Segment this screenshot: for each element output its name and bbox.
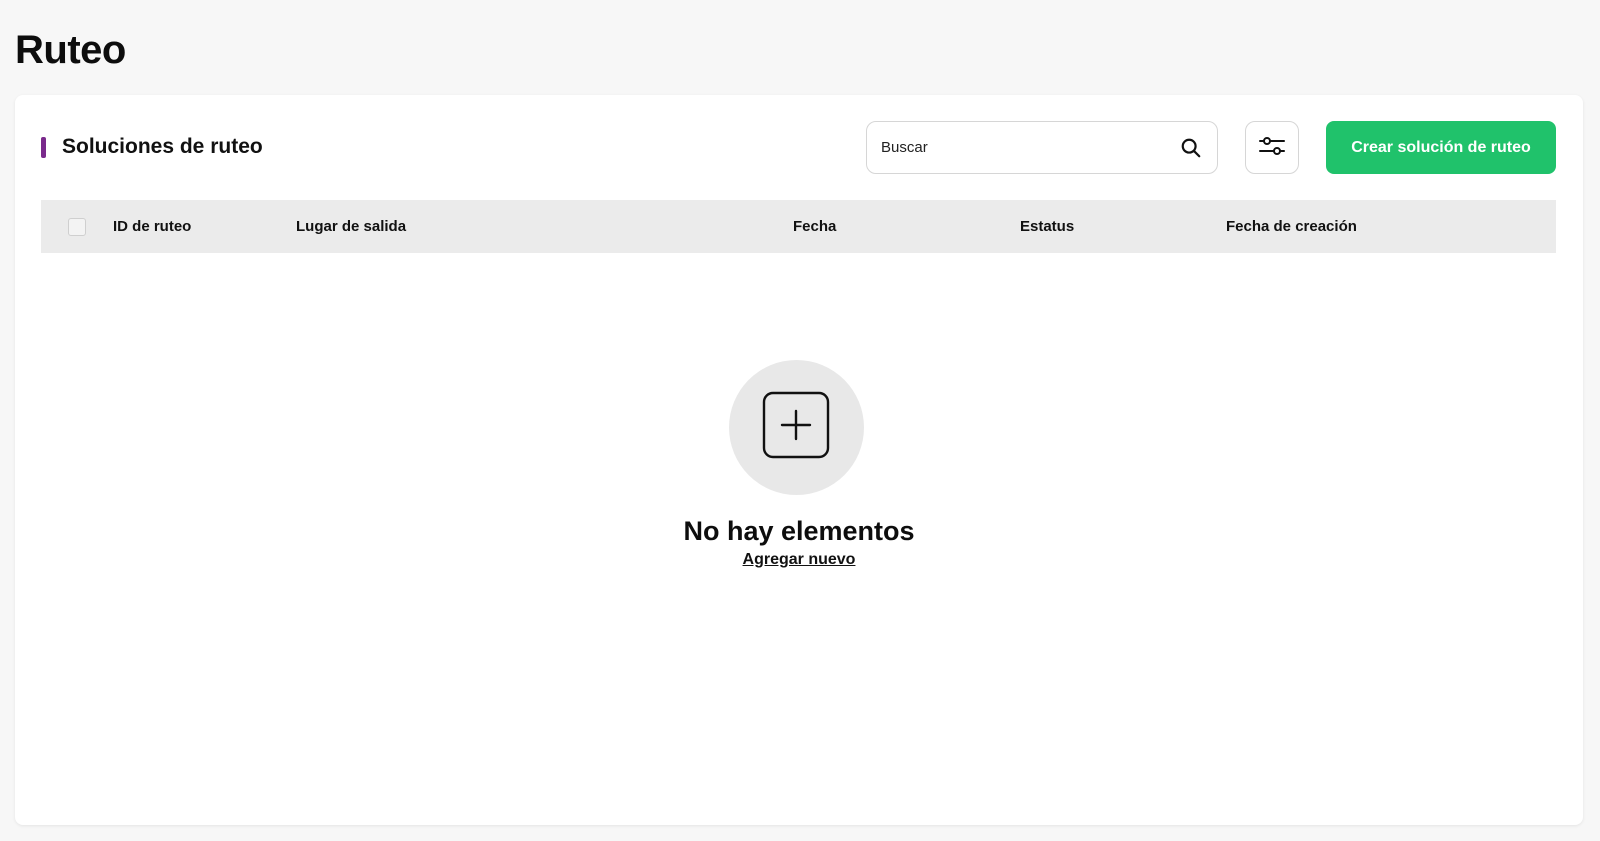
column-header-route-id[interactable]: ID de ruteo bbox=[113, 200, 191, 253]
search-icon[interactable] bbox=[1179, 136, 1203, 160]
search-box[interactable] bbox=[866, 121, 1218, 174]
empty-state-title: No hay elementos bbox=[683, 516, 915, 546]
select-all-checkbox[interactable] bbox=[68, 218, 86, 236]
empty-state: No hay elementos Agregar nuevo bbox=[15, 360, 1583, 569]
create-routing-solution-button[interactable]: Crear solución de ruteo bbox=[1326, 121, 1556, 174]
search-input[interactable] bbox=[881, 139, 1179, 156]
filter-button[interactable] bbox=[1245, 121, 1299, 174]
routing-solutions-card: Soluciones de ruteo Crear solución de ru… bbox=[15, 95, 1583, 825]
section-title: Soluciones de ruteo bbox=[62, 135, 263, 158]
column-header-creation-date[interactable]: Fecha de creación bbox=[1226, 200, 1357, 253]
column-header-date[interactable]: Fecha bbox=[793, 200, 836, 253]
table-header: ID de ruteo Lugar de salida Fecha Estatu… bbox=[41, 200, 1556, 253]
section-header: Soluciones de ruteo bbox=[41, 135, 263, 159]
add-square-icon bbox=[761, 390, 831, 465]
page-title: Ruteo bbox=[15, 28, 126, 72]
empty-state-circle[interactable] bbox=[728, 360, 864, 495]
column-header-status[interactable]: Estatus bbox=[1020, 200, 1074, 253]
section-accent-bar bbox=[41, 136, 46, 158]
add-new-link[interactable]: Agregar nuevo bbox=[743, 551, 856, 569]
sliders-icon bbox=[1258, 135, 1286, 160]
column-header-departure-place[interactable]: Lugar de salida bbox=[296, 200, 406, 253]
